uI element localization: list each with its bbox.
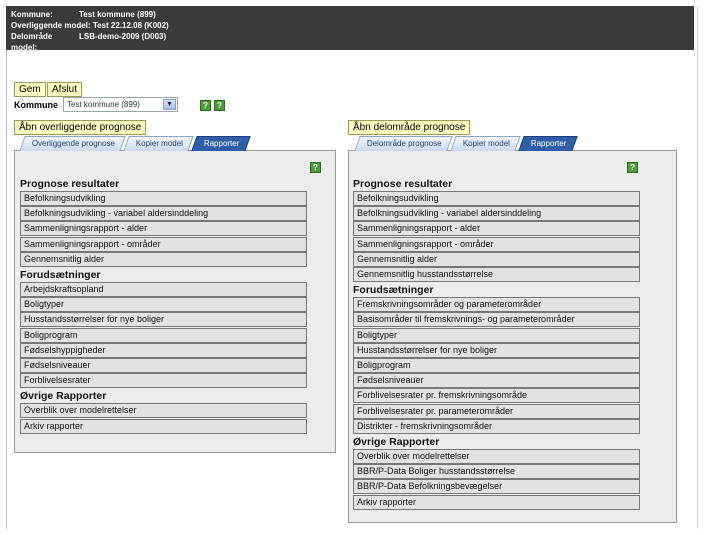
- report-link[interactable]: Sammenligningsrapport - alder: [353, 221, 640, 237]
- report-link[interactable]: Fødselsniveauer: [20, 358, 307, 373]
- tab-kopier-model[interactable]: Kopier model: [449, 136, 521, 151]
- help-icon[interactable]: ?: [214, 100, 225, 111]
- tab-label: Rapporter: [530, 139, 567, 148]
- report-link[interactable]: Sammenligningsrapport - områder: [353, 236, 640, 252]
- report-link[interactable]: Fremskrivningsområder og parameterområde…: [353, 297, 640, 313]
- section-heading: Forudsætninger: [353, 284, 434, 297]
- section-heading: Øvrige Rapporter: [353, 436, 440, 448]
- tab-rapporter[interactable]: Rapporter: [518, 136, 578, 151]
- open-overliggende-prognose-button[interactable]: Åbn overliggende prognose: [14, 120, 147, 135]
- report-link[interactable]: Befolkningsudvikling - variabel aldersin…: [353, 206, 640, 222]
- report-link[interactable]: Husstandsstørrelser for nye boliger: [353, 342, 640, 358]
- report-link[interactable]: Sammenligningsrapport - alder: [20, 221, 307, 237]
- tab-label: Kopier model: [462, 139, 510, 148]
- section-heading: Prognose resultater: [353, 178, 453, 190]
- kommune-select-value: Test kommune (899): [67, 100, 140, 109]
- report-link[interactable]: Boligtyper: [353, 327, 640, 343]
- header-label: Delområde model:: [11, 32, 53, 52]
- header-value: LSB-demo-2009 (D003): [79, 32, 167, 41]
- tab-label: Kopier model: [135, 139, 184, 148]
- report-link[interactable]: Basisområder til fremskrivnings- og para…: [353, 312, 640, 328]
- report-link[interactable]: Befolkningsudvikling: [20, 191, 307, 206]
- report-link[interactable]: BBR/P-Data Boliger husstandsstørrelse: [353, 464, 640, 480]
- report-link[interactable]: Overblik over modelrettelser: [353, 449, 640, 464]
- save-button[interactable]: Gem: [14, 82, 46, 97]
- tab-label: Delområde prognose: [366, 139, 442, 148]
- section-heading: Forudsætninger: [20, 269, 101, 281]
- report-link[interactable]: Befolkningsudvikling: [353, 191, 640, 206]
- report-link[interactable]: Distrikter - fremskrivningsområder: [353, 418, 640, 434]
- kommune-select[interactable]: Test kommune (899) ▼: [63, 97, 178, 112]
- chevron-down-icon[interactable]: ▼: [163, 99, 176, 110]
- report-link[interactable]: Husstandsstørrelser for nye boliger: [20, 312, 307, 328]
- report-link[interactable]: Sammenligningsrapport - områder: [20, 236, 307, 252]
- report-link[interactable]: Fødselsniveauer: [353, 373, 640, 389]
- kommune-label: Kommune: [14, 100, 59, 110]
- report-link[interactable]: Overblik over modelrettelser: [20, 403, 307, 419]
- report-link[interactable]: Gennemsnitlig alder: [20, 251, 307, 267]
- section-heading: Prognose resultater: [20, 178, 120, 190]
- left-tab-bar: Overliggende prognose Kopier model Rappo…: [19, 136, 251, 151]
- header-label: Overliggende model:: [11, 21, 91, 30]
- report-link[interactable]: Arkiv rapporter: [20, 418, 307, 434]
- report-link[interactable]: Arbejdskraftsopland: [20, 282, 307, 297]
- help-icon[interactable]: ?: [200, 100, 211, 111]
- report-link[interactable]: Boligtyper: [20, 297, 307, 313]
- report-link[interactable]: Fødselshyppigheder: [20, 342, 307, 358]
- section-heading: Øvrige Rapporter: [20, 390, 107, 403]
- report-link[interactable]: Boligprogram: [353, 358, 640, 373]
- report-link[interactable]: BBR/P-Data Befolkningsbevægelser: [353, 479, 640, 495]
- tab-label: Overliggende prognose: [31, 139, 115, 148]
- context-header: Kommune: Test kommune (899) Overliggende …: [6, 6, 694, 52]
- right-tab-bar: Delområde prognose Kopier model Rapporte…: [354, 136, 578, 151]
- help-icon[interactable]: ?: [627, 162, 638, 173]
- tab-label: Rapporter: [204, 139, 240, 148]
- report-link[interactable]: Gennemsnitlig husstandsstørrelse: [353, 267, 640, 282]
- report-link[interactable]: Befolkningsudvikling - variabel aldersin…: [20, 206, 307, 222]
- tab-overliggende-prognose[interactable]: Overliggende prognose: [19, 136, 126, 151]
- report-link[interactable]: Boligprogram: [20, 327, 307, 343]
- header-value: Test 22.12.08 (K002): [92, 21, 169, 30]
- report-link[interactable]: Forblivelsesrater pr. fremskrivningsområ…: [353, 388, 640, 404]
- header-value: Test kommune (899): [79, 10, 156, 19]
- tab-delomraade-prognose[interactable]: Delområde prognose: [354, 136, 453, 151]
- report-link[interactable]: Forblivelsesrater pr. parameterområder: [353, 403, 640, 419]
- report-link[interactable]: Forblivelsesrater: [20, 373, 307, 389]
- close-button[interactable]: Afslut: [47, 82, 83, 97]
- header-label: Kommune:: [11, 10, 53, 19]
- help-icon[interactable]: ?: [310, 162, 321, 173]
- tab-kopier-model[interactable]: Kopier model: [123, 136, 195, 151]
- report-link[interactable]: Gennemsnitlig alder: [353, 251, 640, 267]
- report-link[interactable]: Arkiv rapporter: [353, 494, 640, 510]
- open-delomraade-prognose-button[interactable]: Åbn delområde prognose: [348, 120, 471, 135]
- tab-rapporter[interactable]: Rapporter: [191, 136, 251, 151]
